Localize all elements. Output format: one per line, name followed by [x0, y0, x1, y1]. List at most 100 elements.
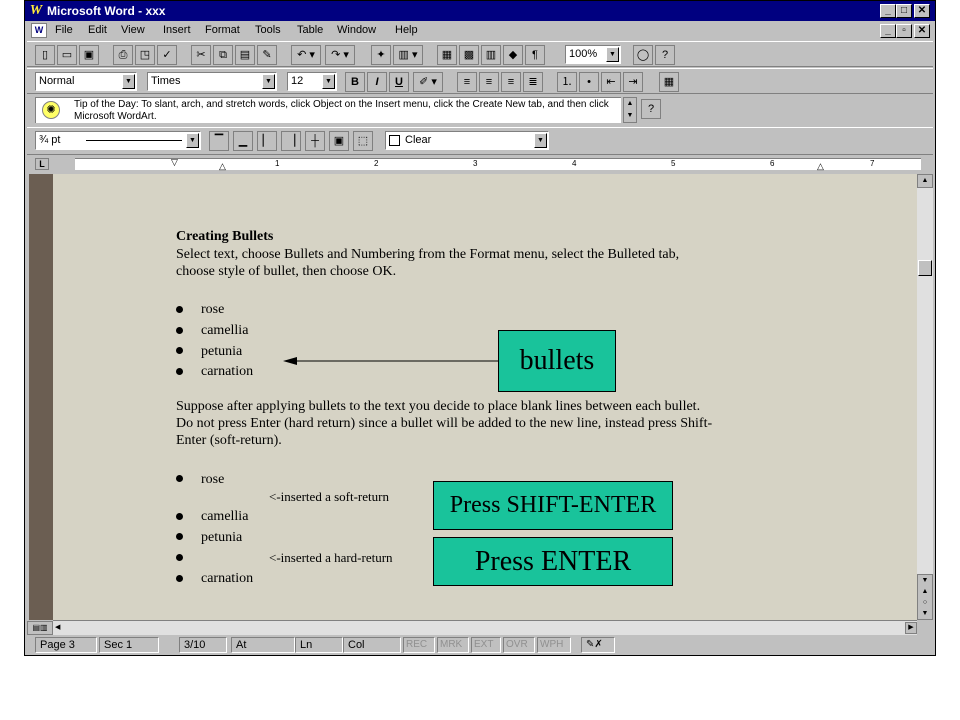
right-border-icon[interactable]: ▕ [281, 131, 301, 151]
minimize-button[interactable]: _ [880, 4, 896, 18]
spelling-status-icon[interactable]: ✎✗ [581, 637, 615, 653]
tipwizard-icon[interactable]: ◯ [633, 45, 653, 65]
status-ext[interactable]: EXT [471, 637, 501, 653]
top-border-icon[interactable]: ▔ [209, 131, 229, 151]
numbering-icon[interactable]: ⒈ [557, 72, 577, 92]
borders-icon[interactable]: ▦ [659, 72, 679, 92]
ruler-number: 2 [374, 159, 379, 168]
list-item: petunia [201, 530, 243, 545]
format-painter-icon[interactable]: ✎ [257, 45, 277, 65]
chevron-down-icon[interactable]: ▼ [606, 47, 619, 62]
title-bar: W Microsoft Word - xxx _ □ ✕ [25, 1, 935, 21]
cut-icon[interactable]: ✂ [191, 45, 211, 65]
font-size-select[interactable]: 12 ▼ [287, 72, 337, 91]
chevron-down-icon[interactable]: ▼ [262, 74, 275, 89]
print-preview-icon[interactable]: ◳ [135, 45, 155, 65]
menu-insert[interactable]: Insert [163, 24, 191, 36]
open-icon[interactable]: ▭ [57, 45, 77, 65]
window-title: Microsoft Word - xxx [47, 4, 166, 18]
redo-icon[interactable]: ↷ ▾ [325, 45, 355, 65]
show-hide-icon[interactable]: ¶ [525, 45, 545, 65]
view-buttons-icon[interactable]: ▤▥ [27, 621, 53, 635]
first-line-indent-icon[interactable]: ▽ [171, 157, 178, 168]
decrease-indent-icon[interactable]: ⇤ [601, 72, 621, 92]
justify-icon[interactable]: ≣ [523, 72, 543, 92]
insert-address-icon[interactable]: ▥ ▾ [393, 45, 423, 65]
word-window: W Microsoft Word - xxx _ □ ✕ W File Edit… [24, 0, 936, 656]
align-left-icon[interactable]: ≡ [457, 72, 477, 92]
paste-icon[interactable]: ▤ [235, 45, 255, 65]
page-nav-icons[interactable]: ▼ ▲ ○ ▼ [917, 574, 933, 620]
italic-button[interactable]: I [367, 72, 387, 92]
font-select[interactable]: Times ▼ [147, 72, 277, 91]
insert-excel-icon[interactable]: ▩ [459, 45, 479, 65]
bold-button[interactable]: B [345, 72, 365, 92]
help-icon[interactable]: ? [655, 45, 675, 65]
scroll-right-icon[interactable]: ▶ [905, 622, 917, 634]
status-ovr[interactable]: OVR [503, 637, 535, 653]
drawing-icon[interactable]: ◆ [503, 45, 523, 65]
chevron-down-icon[interactable]: ▼ [122, 74, 135, 89]
horizontal-scrollbar[interactable]: ▤▥ ◀ ▶ [27, 620, 917, 635]
status-mrk[interactable]: MRK [437, 637, 469, 653]
maximize-button[interactable]: □ [896, 4, 912, 18]
no-border-icon[interactable]: ⬚ [353, 131, 373, 151]
ruler[interactable]: L 2 1 3 4 5 6 7 ▽ △ △ [27, 155, 933, 173]
bullets-icon[interactable]: • [579, 72, 599, 92]
scroll-left-icon[interactable]: ◀ [55, 622, 60, 634]
highlight-icon[interactable]: ✐ ▾ [413, 72, 443, 92]
menu-table[interactable]: Table [297, 24, 323, 36]
columns-icon[interactable]: ▥ [481, 45, 501, 65]
menu-help[interactable]: Help [395, 24, 418, 36]
menu-file[interactable]: File [55, 24, 73, 36]
list-item: camellia [201, 509, 249, 524]
vertical-scrollbar[interactable]: ▲ ▼ ▲ ○ ▼ [917, 174, 933, 620]
copy-icon[interactable]: ⧉ [213, 45, 233, 65]
left-border-icon[interactable]: ▏ [257, 131, 277, 151]
doc-restore-button[interactable]: ▫ [896, 24, 912, 38]
status-rec[interactable]: REC [403, 637, 435, 653]
autotext-icon[interactable]: ✦ [371, 45, 391, 65]
print-icon[interactable]: ⎙ [113, 45, 133, 65]
undo-icon[interactable]: ↶ ▾ [291, 45, 321, 65]
menu-format[interactable]: Format [205, 24, 240, 36]
inside-border-icon[interactable]: ┼ [305, 131, 325, 151]
menu-window[interactable]: Window [337, 24, 376, 36]
enter-callout: Press ENTER [433, 537, 673, 586]
tip-help-icon[interactable]: ? [641, 99, 661, 119]
right-indent-icon[interactable]: △ [817, 161, 824, 172]
doc-close-button[interactable]: ✕ [914, 24, 930, 38]
tab-type-icon[interactable]: L [35, 158, 49, 170]
bullet-dot [176, 513, 183, 520]
shading-select[interactable]: Clear ▼ [385, 131, 549, 150]
chevron-down-icon[interactable]: ▼ [534, 133, 547, 148]
align-center-icon[interactable]: ≡ [479, 72, 499, 92]
menu-view[interactable]: View [121, 24, 145, 36]
tip-text: Tip of the Day: To slant, arch, and stre… [74, 99, 609, 122]
chevron-down-icon[interactable]: ▼ [322, 74, 335, 89]
increase-indent-icon[interactable]: ⇥ [623, 72, 643, 92]
scroll-up-icon[interactable]: ▲ [917, 174, 933, 188]
tip-scroll-arrows[interactable]: ▲ ▼ [623, 97, 637, 123]
new-icon[interactable]: ▯ [35, 45, 55, 65]
status-wph[interactable]: WPH [537, 637, 571, 653]
left-indent-icon[interactable]: △ [219, 161, 226, 172]
style-select[interactable]: Normal ▼ [35, 72, 137, 91]
insert-table-icon[interactable]: ▦ [437, 45, 457, 65]
line-weight-select[interactable]: ¾ pt ▼ [35, 131, 201, 150]
align-right-icon[interactable]: ≡ [501, 72, 521, 92]
doc-minimize-button[interactable]: _ [880, 24, 896, 38]
document-area[interactable]: Creating Bullets Select text, choose Bul… [53, 174, 917, 620]
zoom-select[interactable]: 100% ▼ [565, 45, 621, 64]
menu-edit[interactable]: Edit [88, 24, 107, 36]
document-icon[interactable]: W [31, 23, 47, 38]
bottom-border-icon[interactable]: ▁ [233, 131, 253, 151]
close-button[interactable]: ✕ [914, 4, 930, 18]
underline-button[interactable]: U [389, 72, 409, 92]
spelling-icon[interactable]: ✓ [157, 45, 177, 65]
scroll-thumb[interactable] [918, 260, 932, 276]
chevron-down-icon[interactable]: ▼ [186, 133, 199, 148]
save-icon[interactable]: ▣ [79, 45, 99, 65]
outside-border-icon[interactable]: ▣ [329, 131, 349, 151]
menu-tools[interactable]: Tools [255, 24, 281, 36]
